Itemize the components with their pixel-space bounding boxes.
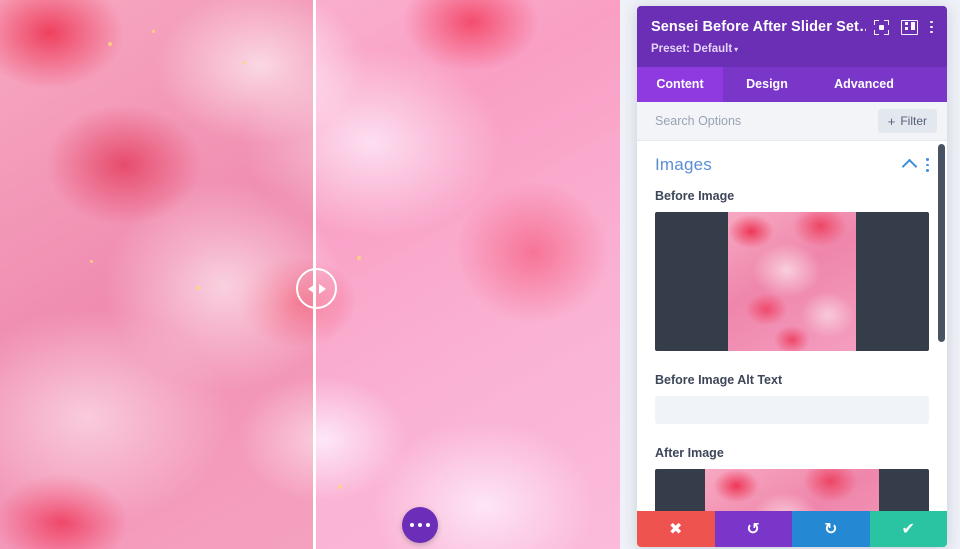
focus-target-icon[interactable] — [874, 19, 890, 35]
save-button[interactable]: ✔ — [869, 511, 947, 547]
before-image-alt-text-input[interactable] — [655, 396, 929, 424]
plus-icon: + — [887, 113, 896, 129]
panel-title: Sensei Before After Slider Set… — [651, 19, 867, 35]
close-icon: ✖ — [669, 519, 683, 538]
arrow-left-icon — [307, 283, 315, 294]
before-image-thumbnail — [728, 212, 856, 351]
before-image-label: Before Image — [655, 189, 735, 203]
module-options-fab[interactable] — [402, 507, 438, 543]
module-settings-panel: + Sensei Before After Slider Set… Preset… — [637, 6, 947, 547]
redo-icon: ↻ — [824, 519, 838, 538]
before-after-slider-preview[interactable] — [0, 0, 620, 549]
search-input[interactable] — [653, 113, 878, 129]
filter-button-label: Filter — [900, 114, 927, 128]
tab-content[interactable]: Content — [637, 67, 723, 102]
after-image-preview — [315, 0, 620, 549]
ellipsis-icon — [426, 523, 430, 527]
kebab-menu-icon[interactable] — [926, 158, 929, 172]
undo-button[interactable]: ↺ — [714, 511, 792, 547]
check-icon: ✔ — [901, 519, 915, 538]
panel-tabs: Content Design Advanced — [637, 67, 947, 102]
search-row: + Filter — [637, 102, 947, 141]
redo-button[interactable]: ↻ — [792, 511, 870, 547]
ellipsis-icon — [418, 523, 422, 527]
cancel-button[interactable]: ✖ — [637, 511, 715, 547]
filter-button[interactable]: + Filter — [877, 109, 937, 133]
section-header-images: Images — [655, 155, 929, 175]
chevron-down-icon[interactable]: ▾ — [734, 45, 738, 54]
panel-scrollbar-thumb[interactable] — [938, 144, 945, 342]
layout-panel-icon[interactable] — [901, 19, 919, 35]
tab-advanced[interactable]: Advanced — [811, 67, 917, 102]
arrow-right-icon — [318, 283, 326, 294]
after-image-upload[interactable] — [655, 469, 929, 511]
after-image-thumbnail — [705, 469, 879, 511]
before-image-alt-text-label: Before Image Alt Text — [655, 373, 783, 387]
preset-selector[interactable]: Preset: Default — [651, 43, 732, 55]
slider-drag-handle[interactable] — [296, 268, 337, 309]
panel-header: Sensei Before After Slider Set… Preset: … — [637, 6, 947, 67]
before-image-upload[interactable] — [655, 212, 929, 351]
panel-scrollbar[interactable] — [938, 141, 945, 511]
section-title: Images — [655, 155, 712, 174]
panel-body: Images Before Image Before Image Alt Tex… — [637, 141, 947, 511]
ellipsis-icon — [410, 523, 414, 527]
pollen-speck — [90, 260, 93, 263]
pollen-speck — [357, 256, 361, 260]
after-image-pane — [315, 0, 620, 549]
chevron-up-icon[interactable] — [901, 158, 918, 175]
after-image-label: After Image — [655, 446, 724, 460]
kebab-menu-icon[interactable] — [930, 20, 933, 34]
pollen-speck — [243, 61, 246, 64]
undo-icon: ↺ — [746, 519, 760, 538]
pollen-speck — [196, 286, 200, 290]
pollen-speck — [338, 485, 342, 489]
panel-action-bar: ✖ ↺ ↻ ✔ — [637, 511, 947, 547]
pollen-speck — [108, 42, 112, 46]
tab-design[interactable]: Design — [723, 67, 811, 102]
pollen-speck — [152, 30, 155, 33]
